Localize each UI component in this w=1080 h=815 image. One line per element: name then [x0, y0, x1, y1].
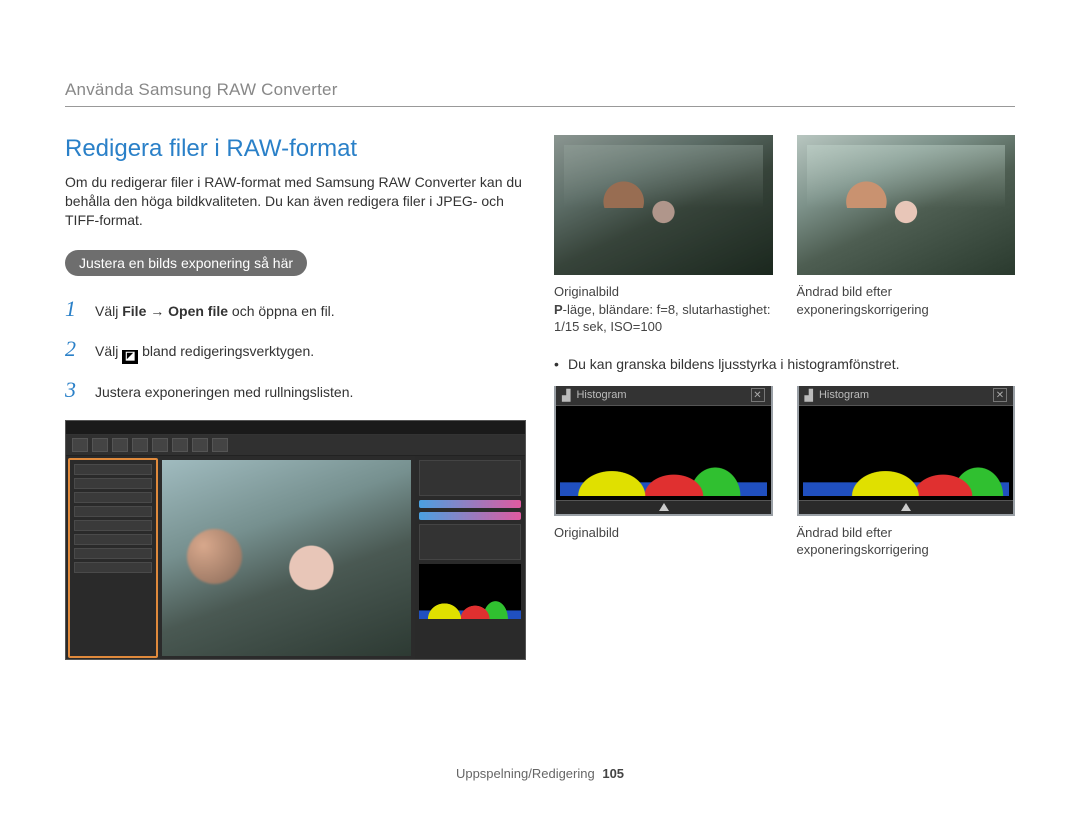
panel-row	[74, 478, 152, 489]
panel-row	[74, 534, 152, 545]
histogram-scale	[799, 500, 1014, 514]
photo-original	[554, 135, 773, 275]
step1-arrow: →	[146, 303, 168, 319]
app-screenshot	[65, 420, 526, 660]
toolbar-button	[72, 438, 88, 452]
page-title: Redigera filer i RAW-format	[65, 135, 526, 163]
toolbar-button	[92, 438, 108, 452]
histogram-corrected: ▟ Histogram ✕	[797, 386, 1016, 516]
close-icon: ✕	[751, 388, 765, 402]
page-footer: Uppspelning/Redigering 105	[0, 766, 1080, 781]
close-icon: ✕	[993, 388, 1007, 402]
intro-text: Om du redigerar filer i RAW-format med S…	[65, 173, 526, 230]
footer-section: Uppspelning/Redigering	[456, 766, 595, 781]
step-3: Justera exponeringen med rullningslisten…	[65, 375, 526, 406]
screenshot-left-panel	[68, 458, 158, 658]
step2-text-prefix: Välj	[95, 343, 122, 359]
toolbar-button	[212, 438, 228, 452]
steps-list: Välj File → Open file och öppna en fil. …	[65, 294, 526, 406]
step-2: Välj ◪ bland redigeringsverktygen.	[65, 334, 526, 365]
screenshot-preview-image	[162, 460, 411, 656]
histogram-label: Histogram	[819, 389, 869, 401]
screenshot-titlebar	[66, 421, 525, 435]
panel-box	[419, 460, 521, 496]
histogram-icon: ▟	[562, 389, 570, 402]
panel-box	[419, 524, 521, 560]
panel-histogram	[419, 564, 521, 619]
caption-original-details: -läge, bländare: f=8, slutarhastighet: 1…	[554, 302, 770, 335]
panel-row	[74, 562, 152, 573]
photo-captions: Originalbild P-läge, bländare: f=8, slut…	[554, 283, 1015, 336]
histogram-graph	[803, 408, 1010, 496]
step2-text-suffix: bland redigeringsverktygen.	[138, 343, 314, 359]
caption-original: Originalbild P-läge, bländare: f=8, slut…	[554, 283, 773, 336]
screenshot-body	[66, 456, 525, 660]
panel-row	[74, 548, 152, 559]
step1-text-suffix: och öppna en fil.	[228, 303, 335, 319]
histogram-pair: ▟ Histogram ✕ ▟ Histogram ✕	[554, 386, 1015, 516]
screenshot-toolbar	[66, 435, 525, 456]
histogram-scale	[556, 500, 771, 514]
caption-corrected: Ändrad bild efter exponeringskorrigering	[797, 283, 1016, 336]
histogram-graph	[560, 408, 767, 496]
panel-row	[74, 464, 152, 475]
toolbar-button	[192, 438, 208, 452]
right-column: Originalbild P-läge, bländare: f=8, slut…	[554, 135, 1015, 660]
panel-row	[74, 492, 152, 503]
section-pill: Justera en bilds exponering så här	[65, 250, 307, 276]
histogram-icon: ▟	[805, 389, 813, 402]
p-mode-icon: P	[554, 302, 563, 317]
toolbar-button	[172, 438, 188, 452]
breadcrumb: Använda Samsung RAW Converter	[65, 80, 1015, 107]
step3-text: Justera exponeringen med rullningslisten…	[95, 383, 353, 403]
photo-corrected	[797, 135, 1016, 275]
histogram-titlebar: ▟ Histogram ✕	[556, 386, 771, 406]
footer-page-number: 105	[602, 766, 624, 781]
step1-bold-openfile: Open file	[168, 303, 228, 319]
screenshot-right-panel	[415, 456, 525, 660]
panel-row	[74, 506, 152, 517]
left-column: Redigera filer i RAW-format Om du redige…	[65, 135, 526, 660]
image-pair-photos	[554, 135, 1015, 275]
step1-bold-file: File	[122, 303, 146, 319]
caption-original-title: Originalbild	[554, 283, 773, 301]
step-1: Välj File → Open file och öppna en fil.	[65, 294, 526, 325]
histogram-captions: Originalbild Ändrad bild efter exponerin…	[554, 524, 1015, 559]
toolbar-button	[112, 438, 128, 452]
histogram-label: Histogram	[576, 389, 626, 401]
histogram-titlebar: ▟ Histogram ✕	[799, 386, 1014, 406]
toolbar-button	[152, 438, 168, 452]
step1-text-prefix: Välj	[95, 303, 122, 319]
panel-slider	[419, 512, 521, 520]
toolbar-button	[132, 438, 148, 452]
histogram-note: Du kan granska bildens ljusstyrka i hist…	[554, 356, 1015, 372]
exposure-tool-icon: ◪	[122, 350, 138, 364]
histogram-original: ▟ Histogram ✕	[554, 386, 773, 516]
panel-slider	[419, 500, 521, 508]
caption-hist-original: Originalbild	[554, 524, 773, 559]
content-columns: Redigera filer i RAW-format Om du redige…	[65, 135, 1015, 660]
panel-row	[74, 520, 152, 531]
caption-hist-corrected: Ändrad bild efter exponeringskorrigering	[797, 524, 1016, 559]
